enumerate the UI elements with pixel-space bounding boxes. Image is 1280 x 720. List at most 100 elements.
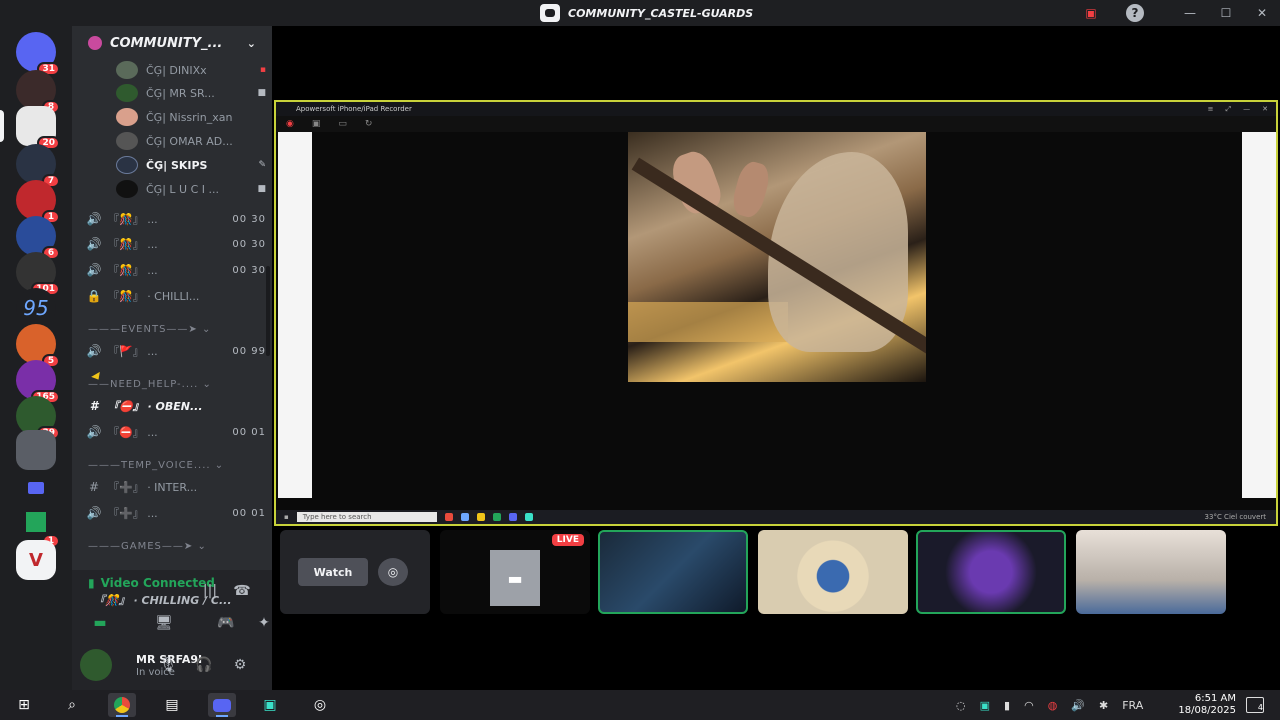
server-icon[interactable]: 101 bbox=[16, 252, 60, 296]
folder-icon[interactable] bbox=[16, 468, 56, 508]
recorder-app-icon[interactable]: ▣ bbox=[256, 693, 284, 717]
hashtag-icon: # bbox=[89, 399, 99, 413]
monitor-icon: ▬ bbox=[490, 550, 540, 606]
voice-member[interactable]: ČĢ| OMAR AD... bbox=[116, 130, 266, 152]
maximize-button[interactable]: ☐ bbox=[1208, 0, 1244, 26]
server-icon[interactable]: 1 bbox=[16, 504, 60, 548]
category-events[interactable]: ———EVENTS——➤ ⌄ bbox=[88, 324, 258, 335]
eye-hide-icon[interactable]: ◎ bbox=[378, 558, 408, 586]
server-icon[interactable]: 165 bbox=[16, 360, 60, 404]
voice-channel[interactable]: 🔊 『➕』 ... 00 01 bbox=[86, 501, 266, 525]
wifi-icon[interactable]: ◠ bbox=[1024, 699, 1034, 712]
system-clock[interactable]: 6:51 AM 18/08/2025 bbox=[1178, 693, 1236, 717]
channel-name: 『🎊』 ... bbox=[108, 264, 158, 277]
discord-logo-icon bbox=[540, 4, 560, 22]
user-count: 00 30 bbox=[232, 213, 266, 225]
voice-channel[interactable]: 🔊 『🎊』 ... 00 30 bbox=[86, 207, 266, 231]
chrome-icon[interactable] bbox=[108, 693, 136, 717]
avatar bbox=[116, 84, 138, 102]
inbox-icon[interactable]: ▣ bbox=[1082, 4, 1100, 22]
volume-icon[interactable]: 🔊 bbox=[1071, 699, 1085, 712]
language-indicator[interactable]: FRA bbox=[1122, 699, 1143, 712]
settings-gear-icon[interactable]: ⚙ bbox=[228, 653, 252, 677]
windows-taskbar: ⊞ ⌕ ▤ ▣ ◎ ◌ ▣ ▮ ◠ ◍ 🔊 ✱ FRA 6:51 AM 18/0… bbox=[0, 690, 1280, 720]
close-button[interactable]: ✕ bbox=[1244, 0, 1280, 26]
avatar bbox=[116, 132, 138, 150]
category-games[interactable]: ———GAMES——➤ ⌄ bbox=[88, 541, 258, 552]
server-icon[interactable]: 5 bbox=[16, 324, 60, 368]
search-icon[interactable]: ⌕ bbox=[58, 693, 86, 717]
deafened-icon: ✎ bbox=[258, 160, 266, 170]
antivirus-icon[interactable]: ◍ bbox=[1048, 699, 1058, 712]
screen-share-stream[interactable]: Apowersoft iPhone/iPad Recorder ≡ ⤢ — ✕ ◉ ▣… bbox=[274, 100, 1278, 526]
voice-member[interactable]: ČĢ| Nissrin_xan bbox=[116, 106, 266, 128]
activity-button[interactable]: 🎮 bbox=[208, 612, 244, 634]
soundboard-button[interactable]: ✦ bbox=[254, 612, 274, 634]
voice-channel[interactable]: 🔊 『🎊』 ... 00 30 bbox=[86, 258, 266, 282]
microphone-icon[interactable]: ▮ bbox=[1004, 699, 1010, 712]
notification-icon[interactable]: 4 bbox=[1246, 697, 1264, 713]
shared-search-box: Type here to search bbox=[296, 512, 437, 522]
disconnect-icon[interactable]: ☎ bbox=[224, 580, 260, 602]
server-icon[interactable]: 8 bbox=[16, 70, 60, 114]
channel-name: 『➕』 ... bbox=[108, 507, 158, 520]
channel-sidebar: COMMUNITY_... ⌄ ČĢ| DINIXx ▪ ČĢ| MR SR...… bbox=[72, 26, 274, 691]
avatar bbox=[116, 156, 138, 174]
camera-tile[interactable] bbox=[598, 530, 748, 614]
guild-header[interactable]: COMMUNITY_... ⌄ bbox=[72, 26, 272, 60]
recorder-tray-icon[interactable]: ▣ bbox=[980, 699, 990, 712]
app-icon[interactable]: ▤ bbox=[158, 693, 186, 717]
category-need-help[interactable]: ——NEED_HELP-.... ⌄ bbox=[88, 379, 258, 390]
minimize-button[interactable]: — bbox=[1172, 0, 1208, 26]
voice-channel[interactable]: 🔊 『🚩』 ... 00 99 bbox=[86, 339, 266, 363]
server-icon[interactable]: V bbox=[16, 540, 56, 580]
microphone-icon[interactable]: 🎙 bbox=[156, 653, 180, 677]
server-icon[interactable] bbox=[16, 430, 56, 470]
voice-channel[interactable]: 🔊 『🎊』 ... 00 30 bbox=[86, 232, 266, 256]
server-icon-active[interactable]: 20 bbox=[0, 106, 60, 150]
chevron-down-icon[interactable]: ⌄ bbox=[247, 37, 256, 50]
noise-suppression-icon[interactable]: ||| bbox=[192, 580, 228, 602]
app-icon bbox=[508, 513, 517, 521]
member-name: ČĢ| SKIPS bbox=[146, 158, 208, 172]
windows-start-icon[interactable]: ⊞ bbox=[10, 693, 38, 717]
user-count: 00 99 bbox=[232, 345, 266, 357]
server-icon[interactable]: 6 bbox=[16, 216, 60, 260]
camera-tile[interactable] bbox=[758, 530, 908, 614]
app-icon[interactable]: ◎ bbox=[306, 693, 334, 717]
headphones-icon[interactable]: 🎧 bbox=[192, 653, 216, 677]
camera-tile[interactable] bbox=[1076, 530, 1226, 614]
member-name: ČĢ| Nissrin_xan bbox=[146, 110, 233, 124]
server-icon[interactable]: 31 bbox=[16, 32, 60, 76]
voice-channel[interactable]: 🔊 『⛔』 ... 00 01 bbox=[86, 420, 266, 444]
watch-button[interactable]: Watch bbox=[298, 558, 368, 586]
avatar[interactable] bbox=[80, 649, 112, 681]
channel-name: 『🎊』 · CHILLI... bbox=[108, 290, 200, 303]
text-channel[interactable]: # 『⛔』 · OBEN... bbox=[86, 394, 266, 418]
channel-scrollbar[interactable] bbox=[266, 266, 270, 356]
camera-button[interactable]: ▬ bbox=[82, 612, 118, 634]
camera-tile[interactable] bbox=[916, 530, 1066, 614]
discord-icon[interactable] bbox=[208, 693, 236, 717]
server-icon[interactable]: 95 bbox=[16, 288, 56, 328]
stream-preview-tile[interactable]: Watch ◎ bbox=[280, 530, 430, 614]
voice-channel-locked[interactable]: 🔒 『🎊』 · CHILLI... bbox=[86, 284, 266, 308]
voice-member[interactable]: ČĢ| DINIXx ▪ bbox=[116, 59, 266, 81]
text-channel[interactable]: # 『➕』 · INTER... bbox=[86, 475, 266, 499]
server-icon[interactable]: 7 bbox=[16, 144, 60, 188]
voice-member[interactable]: ČĢ| L U C I ... ■ bbox=[116, 178, 266, 200]
live-stream-tile[interactable]: ▬ LIVE bbox=[440, 530, 590, 614]
channel-name: 『➕』 · INTER... bbox=[108, 481, 198, 494]
member-name: ČĢ| MR SR... bbox=[146, 86, 215, 100]
window-title-text: COMMUNITY_CASTEL-GUARDS bbox=[568, 6, 754, 20]
voice-member[interactable]: ČĢ| SKIPS ✎ bbox=[116, 154, 266, 176]
app-icon bbox=[492, 513, 501, 521]
category-temp-voice[interactable]: ———TEMP_VOICE.... ⌄ bbox=[88, 460, 258, 471]
screen-share-button[interactable]: 🖥 bbox=[146, 612, 182, 634]
member-name: ČĢ| L U C I ... bbox=[146, 182, 219, 196]
network-icon[interactable]: ◌ bbox=[956, 699, 966, 712]
help-icon[interactable]: ? bbox=[1126, 4, 1144, 22]
server-icon[interactable]: 1 bbox=[16, 180, 60, 224]
input-icon[interactable]: ✱ bbox=[1099, 699, 1108, 712]
voice-member[interactable]: ČĢ| MR SR... ■ bbox=[116, 82, 266, 104]
